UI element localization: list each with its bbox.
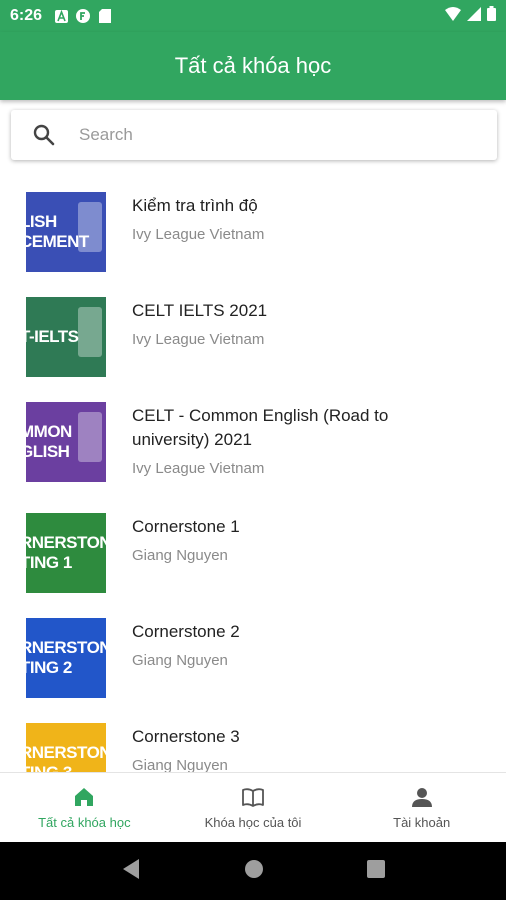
course-info: Cornerstone 1 Giang Nguyen — [132, 513, 462, 564]
course-item[interactable]: RNERSTONE TING 2 Cornerstone 2 Giang Ngu… — [0, 604, 506, 709]
thumbnail-illustration — [78, 202, 102, 252]
thumbnail-text: RNERSTONE TING 2 — [26, 638, 106, 677]
course-info: CELT - Common English (Road to universit… — [132, 402, 462, 477]
course-title: Cornerstone 1 — [132, 517, 240, 536]
course-author: Ivy League Vietnam — [132, 226, 265, 243]
search-bar[interactable] — [11, 110, 497, 160]
notification-f-icon — [76, 9, 91, 23]
course-item[interactable]: T-IELTS CELT IELTS 2021 Ivy League Vietn… — [0, 283, 506, 388]
course-title: Kiểm tra trình độ — [132, 196, 258, 215]
course-title: CELT - Common English (Road to universit… — [132, 406, 389, 449]
thumbnail-text: MMON GLISH — [26, 422, 72, 461]
course-thumbnail: RNERSTONE TING 2 — [26, 618, 106, 698]
course-item[interactable]: MMON GLISH CELT - Common English (Road t… — [0, 388, 506, 499]
course-title: Cornerstone 2 — [132, 622, 240, 641]
status-time: 6:26 — [10, 7, 43, 24]
sd-card-icon — [98, 9, 112, 23]
course-author: Ivy League Vietnam — [132, 460, 265, 477]
thumbnail-illustration — [78, 412, 102, 462]
course-info: Kiểm tra trình độ Ivy League Vietnam — [132, 192, 462, 243]
course-author: Giang Nguyen — [132, 652, 228, 669]
thumbnail-text: RNERSTONE TING 1 — [26, 533, 106, 572]
notification-a-icon — [54, 9, 68, 23]
search-icon — [33, 124, 55, 146]
course-thumbnail: T-IELTS — [26, 297, 106, 377]
wifi-icon — [445, 6, 461, 26]
bottom-navigation: Tất cả khóa học Khóa học của tôi Tài kho… — [0, 772, 506, 842]
nav-tab-all-courses[interactable]: Tất cả khóa học — [0, 773, 169, 842]
course-author: Giang Nguyen — [132, 547, 228, 564]
course-author: Giang Nguyen — [132, 757, 228, 772]
back-icon[interactable] — [121, 858, 141, 885]
course-title: Cornerstone 3 — [132, 727, 240, 746]
book-icon — [241, 785, 265, 809]
app-bar: Tất cả khóa học — [0, 32, 506, 100]
search-input[interactable] — [79, 125, 459, 145]
course-item[interactable]: RNERSTONE TING 3 Cornerstone 3 Giang Ngu… — [0, 709, 506, 772]
recents-icon[interactable] — [366, 859, 385, 883]
course-thumbnail: RNERSTONE TING 3 — [26, 723, 106, 772]
course-thumbnail: MMON GLISH — [26, 402, 106, 482]
home-button-icon[interactable] — [244, 859, 264, 884]
page-title: Tất cả khóa học — [174, 53, 332, 78]
home-icon — [72, 785, 96, 809]
course-info: Cornerstone 2 Giang Nguyen — [132, 618, 462, 669]
course-title: CELT IELTS 2021 — [132, 301, 268, 320]
course-item[interactable]: LISH CEMENT Kiểm tra trình độ Ivy League… — [0, 178, 506, 283]
status-bar: 6:26 — [0, 0, 506, 32]
course-item[interactable]: RNERSTONE TING 1 Cornerstone 1 Giang Ngu… — [0, 499, 506, 604]
course-thumbnail: LISH CEMENT — [26, 192, 106, 272]
course-info: Cornerstone 3 Giang Nguyen — [132, 723, 462, 772]
nav-label: Tất cả khóa học — [38, 815, 131, 830]
thumbnail-text: T-IELTS — [26, 327, 79, 346]
nav-label: Khóa học của tôi — [204, 815, 302, 830]
nav-tab-my-courses[interactable]: Khóa học của tôi — [169, 773, 338, 842]
course-author: Ivy League Vietnam — [132, 331, 265, 348]
course-list[interactable]: LISH CEMENT Kiểm tra trình độ Ivy League… — [0, 178, 506, 772]
signal-icon — [467, 6, 481, 26]
nav-tab-account[interactable]: Tài khoản — [337, 773, 506, 842]
course-thumbnail: RNERSTONE TING 1 — [26, 513, 106, 593]
battery-icon — [487, 6, 496, 26]
thumbnail-illustration — [78, 307, 102, 357]
person-icon — [410, 785, 434, 809]
nav-label: Tài khoản — [393, 815, 451, 830]
status-indicators — [445, 6, 496, 26]
system-navigation-bar — [0, 842, 506, 900]
thumbnail-text: RNERSTONE TING 3 — [26, 743, 106, 772]
course-info: CELT IELTS 2021 Ivy League Vietnam — [132, 297, 462, 348]
